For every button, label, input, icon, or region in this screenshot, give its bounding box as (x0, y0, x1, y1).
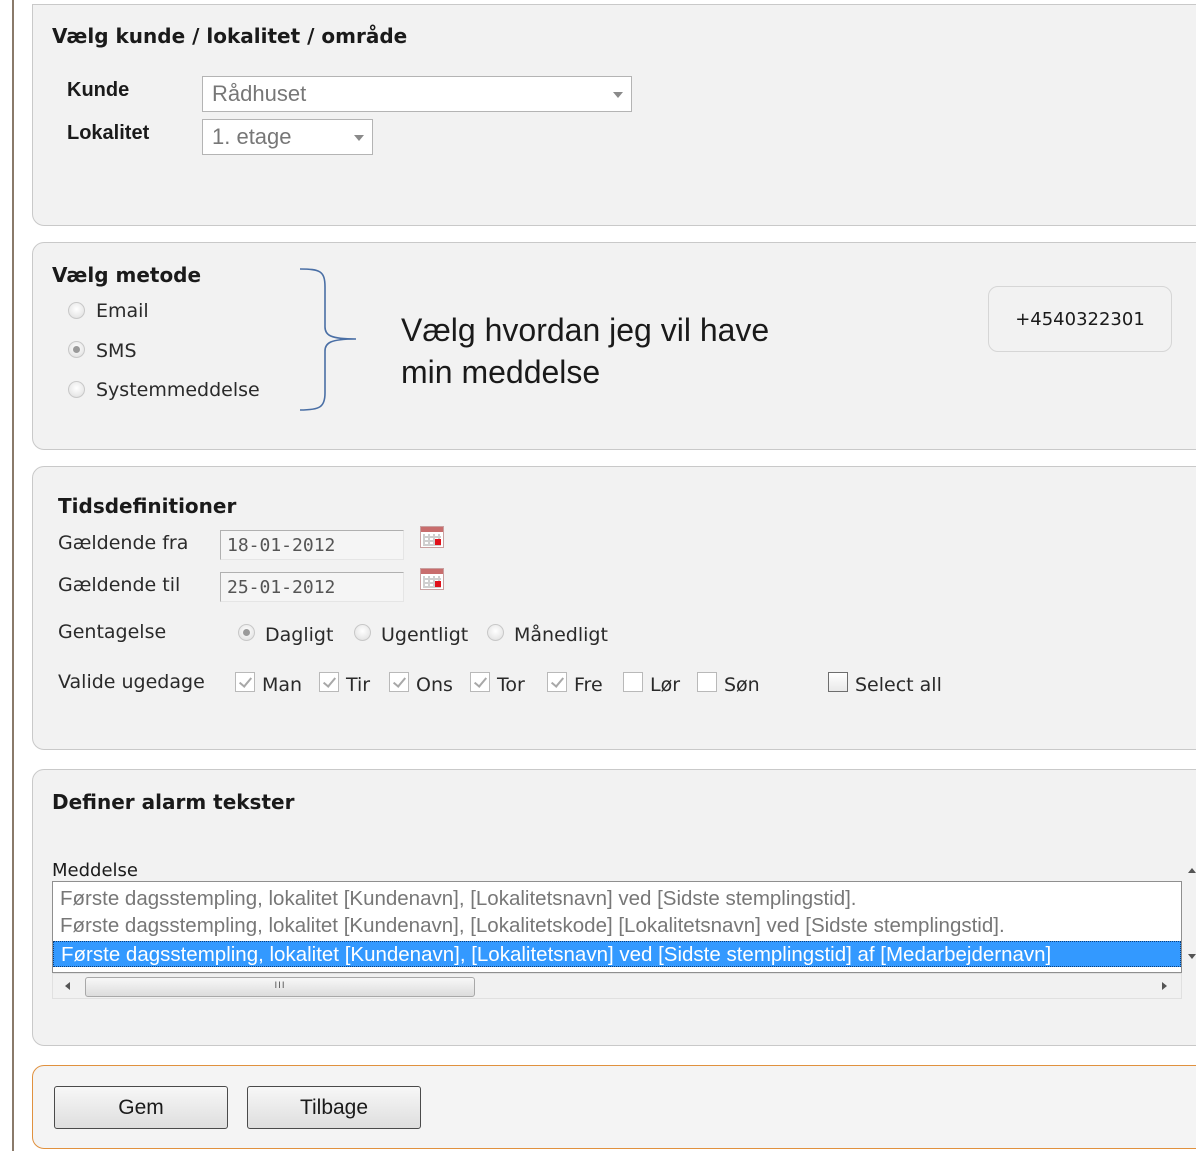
checkbox-mon[interactable] (235, 672, 255, 692)
radio-weekly-label: Ugentligt (381, 624, 469, 646)
scroll-down-icon[interactable] (1188, 954, 1196, 959)
alarm-section-title: Definer alarm tekster (52, 790, 295, 814)
list-item[interactable]: Første dagsstempling, lokalitet [Kundena… (53, 913, 1181, 939)
list-item[interactable]: Første dagsstempling, lokalitet [Kundena… (53, 886, 1181, 912)
left-border-line (12, 0, 14, 1151)
scrollbar-thumb[interactable]: III (85, 977, 475, 997)
radio-weekly[interactable] (354, 624, 371, 641)
radio-daily[interactable] (238, 624, 255, 641)
location-label: Lokalitet (67, 122, 150, 144)
valid-from-input[interactable]: 18-01-2012 (220, 530, 404, 560)
customer-select[interactable]: Rådhuset (202, 76, 632, 112)
scroll-up-icon[interactable] (1188, 868, 1196, 873)
annotation-line-1: Vælg hvordan jeg vil have (401, 312, 770, 348)
checkbox-mon-label: Man (262, 674, 303, 696)
list-item-selected[interactable]: Første dagsstempling, lokalitet [Kundena… (53, 941, 1181, 967)
radio-systemmeddelse[interactable] (68, 381, 85, 398)
customer-label: Kunde (67, 79, 130, 101)
select-all-label: Select all (855, 674, 942, 696)
page: Vælg kunde / lokalitet / område Kunde Rå… (0, 0, 1196, 1151)
radio-monthly-label: Månedligt (514, 624, 608, 646)
checkbox-sun-label: Søn (724, 674, 760, 696)
back-button[interactable]: Tilbage (247, 1086, 421, 1129)
customer-select-value: Rådhuset (212, 81, 307, 106)
radio-systemmeddelse-label: Systemmeddelse (96, 379, 260, 401)
checkbox-fri-label: Fre (574, 674, 603, 696)
checkbox-sat-label: Lør (650, 674, 681, 696)
valid-to-input[interactable]: 25-01-2012 (220, 572, 404, 602)
curly-bracket-annotation (299, 268, 357, 411)
radio-email-label: Email (96, 300, 149, 322)
phone-number-box: +4540322301 (988, 286, 1172, 352)
checkbox-wed[interactable] (389, 672, 409, 692)
checkbox-thu[interactable] (470, 672, 490, 692)
method-section-title: Vælg metode (52, 263, 202, 287)
scroll-right-icon[interactable] (1162, 982, 1167, 990)
checkbox-tue[interactable] (319, 672, 339, 692)
radio-monthly[interactable] (487, 624, 504, 641)
vertical-scrollbar[interactable] (1185, 862, 1196, 972)
customer-section-title: Vælg kunde / lokalitet / område (52, 24, 408, 48)
annotation-line-2: min meddelse (401, 354, 601, 390)
time-section-title: Tidsdefinitioner (58, 494, 237, 518)
message-listbox[interactable]: Første dagsstempling, lokalitet [Kundena… (52, 881, 1182, 973)
weekdays-label: Valide ugedage (58, 671, 205, 693)
checkbox-tue-label: Tir (346, 674, 371, 696)
horizontal-scrollbar[interactable]: III (52, 973, 1182, 999)
message-label: Meddelse (52, 860, 138, 881)
valid-from-label: Gældende fra (58, 532, 189, 554)
checkbox-wed-label: Ons (416, 674, 453, 696)
checkbox-select-all[interactable] (828, 672, 848, 692)
chevron-down-icon (354, 135, 364, 141)
repeat-label: Gentagelse (58, 621, 167, 643)
save-button[interactable]: Gem (54, 1086, 228, 1129)
location-select-value: 1. etage (212, 124, 292, 149)
radio-sms-label: SMS (96, 340, 137, 362)
valid-to-label: Gældende til (58, 574, 181, 596)
checkbox-thu-label: Tor (497, 674, 525, 696)
checkbox-sat[interactable] (623, 672, 643, 692)
scroll-left-icon[interactable] (65, 982, 70, 990)
calendar-icon[interactable] (420, 568, 444, 590)
radio-daily-label: Dagligt (265, 624, 334, 646)
radio-email[interactable] (68, 302, 85, 319)
calendar-icon[interactable] (420, 526, 444, 548)
radio-sms[interactable] (68, 341, 85, 358)
checkbox-sun[interactable] (697, 672, 717, 692)
checkbox-fri[interactable] (547, 672, 567, 692)
location-select[interactable]: 1. etage (202, 119, 373, 155)
annotation-text: Vælg hvordan jeg vil have min meddelse (401, 309, 769, 393)
chevron-down-icon (613, 92, 623, 98)
